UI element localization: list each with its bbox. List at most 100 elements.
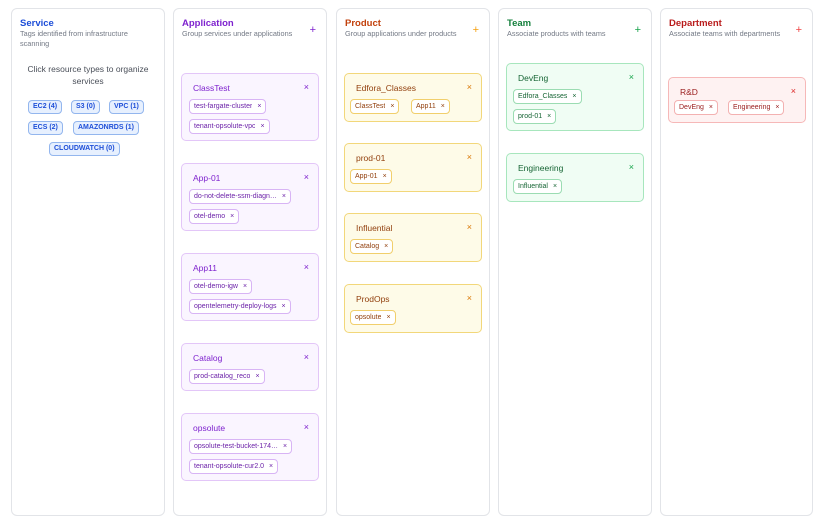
column-subtitle: Group applications under products <box>345 29 457 38</box>
group-name: Catalog <box>193 353 223 363</box>
close-icon[interactable]: × <box>283 440 287 453</box>
application-group: App11 × otel-demo-igw × opentelemetry-dep… <box>181 253 319 321</box>
add-product-icon[interactable]: + <box>473 25 479 36</box>
close-icon[interactable]: × <box>441 100 445 113</box>
close-icon[interactable]: × <box>282 190 286 203</box>
service-hint: Click resource types to organize service… <box>27 64 149 86</box>
chip-label: opsolute <box>355 314 382 321</box>
close-icon[interactable]: × <box>467 223 472 232</box>
application-group: opsolute × opsolute-test-bucket-174… × te… <box>181 413 319 481</box>
close-icon[interactable]: × <box>791 87 796 96</box>
application-group: ClassTest × test-fargate-cluster × tenant… <box>181 73 319 141</box>
close-icon[interactable]: × <box>572 90 576 103</box>
close-icon[interactable]: × <box>304 423 309 432</box>
add-application-icon[interactable]: + <box>310 25 316 36</box>
group-name: R&D <box>680 87 698 97</box>
team-column: Team Associate products with teams + Dev… <box>498 8 652 516</box>
close-icon[interactable]: × <box>282 300 286 313</box>
column-subtitle: Associate teams with departments <box>669 29 781 38</box>
close-icon[interactable]: × <box>304 173 309 182</box>
chip-label: App11 <box>416 103 436 110</box>
group-name: opsolute <box>193 423 226 433</box>
tag-chip: opsolute-test-bucket-174… × <box>189 439 293 454</box>
chip-label: Edfora_Classes <box>518 93 568 100</box>
group-name: Edfora_Classes <box>356 83 417 93</box>
column-title: Application <box>182 18 234 29</box>
resource-type-amazonrds[interactable]: AMAZONRDS (1) <box>73 121 139 135</box>
close-icon[interactable]: × <box>269 460 273 473</box>
group-name: ClassTest <box>193 83 230 93</box>
tag-chip: tenant-opsolute-cur2.0 × <box>189 459 279 474</box>
group-name: prod-01 <box>356 153 386 163</box>
close-icon[interactable]: × <box>386 311 390 324</box>
tag-chip: Engineering × <box>728 100 785 115</box>
close-icon[interactable]: × <box>467 83 472 92</box>
close-icon[interactable]: × <box>709 101 713 114</box>
close-icon[interactable]: × <box>243 280 247 293</box>
tag-chip: test-fargate-cluster × <box>189 99 267 114</box>
chip-label: ClassTest <box>355 103 386 110</box>
tag-chip: do-not-delete-ssm-diagn… × <box>189 189 291 204</box>
resource-type-ecs[interactable]: ECS (2) <box>28 121 63 135</box>
close-icon[interactable]: × <box>255 370 259 383</box>
chip-label: Catalog <box>355 243 380 250</box>
resource-type-ec2[interactable]: EC2 (4) <box>28 100 63 114</box>
tag-chip: otel-demo-igw × <box>189 279 253 294</box>
product-group: prod-01 × App-01 × <box>344 143 482 192</box>
product-group: Influential × Catalog × <box>344 213 482 262</box>
chip-label: DevEng <box>679 104 704 111</box>
close-icon[interactable]: × <box>304 263 309 272</box>
chip-label: otel-demo-igw <box>194 283 238 290</box>
chip-label: do-not-delete-ssm-diagn… <box>194 193 277 200</box>
tag-chip: Influential × <box>513 179 563 194</box>
close-icon[interactable]: × <box>629 163 634 172</box>
close-icon[interactable]: × <box>553 180 557 193</box>
column-subtitle: Tags identified from infrastructure scan… <box>20 29 128 48</box>
tag-chip: DevEng × <box>674 100 718 115</box>
tag-chip: Catalog × <box>350 239 394 254</box>
group-name: App-01 <box>193 173 221 183</box>
close-icon[interactable]: × <box>547 110 551 123</box>
close-icon[interactable]: × <box>304 83 309 92</box>
close-icon[interactable]: × <box>383 170 387 183</box>
tag-chip: ClassTest × <box>350 99 400 114</box>
close-icon[interactable]: × <box>390 100 394 113</box>
product-group: Edfora_Classes × ClassTest × App11 × <box>344 73 482 122</box>
close-icon[interactable]: × <box>467 153 472 162</box>
tag-chip: prod-catalog_reco × <box>189 369 265 384</box>
add-department-icon[interactable]: + <box>796 25 802 36</box>
tag-chip: tenant-opsolute-vpc × <box>189 119 270 134</box>
close-icon[interactable]: × <box>629 73 634 82</box>
close-icon[interactable]: × <box>467 294 472 303</box>
product-group: ProdOps × opsolute × <box>344 284 482 333</box>
service-column: Service Tags identified from infrastruct… <box>11 8 165 516</box>
chip-label: prod-01 <box>518 113 543 120</box>
group-name: ProdOps <box>356 294 390 304</box>
column-subtitle: Associate products with teams <box>507 29 606 38</box>
chip-label: Influential <box>518 183 548 190</box>
group-name: App11 <box>193 263 217 273</box>
column-title: Team <box>507 18 532 29</box>
column-title: Service <box>20 18 54 29</box>
chip-label: App-01 <box>355 173 378 180</box>
close-icon[interactable]: × <box>775 101 779 114</box>
close-icon[interactable]: × <box>260 120 264 133</box>
chip-label: tenant-opsolute-cur2.0 <box>194 463 265 470</box>
close-icon[interactable]: × <box>304 353 309 362</box>
department-column: Department Associate teams with departme… <box>660 8 813 516</box>
close-icon[interactable]: × <box>384 240 388 253</box>
tag-chip: App-01 × <box>350 169 392 184</box>
column-title: Product <box>345 18 381 29</box>
close-icon[interactable]: × <box>257 100 261 113</box>
close-icon[interactable]: × <box>230 210 234 223</box>
resource-type-vpc[interactable]: VPC (1) <box>109 100 144 114</box>
tag-chip: opsolute × <box>350 310 396 325</box>
add-team-icon[interactable]: + <box>635 25 641 36</box>
resource-type-cloudwatch[interactable]: CLOUDWATCH (0) <box>49 142 120 156</box>
column-subtitle: Group services under applications <box>182 29 293 38</box>
resource-type-s3[interactable]: S3 (0) <box>71 100 101 114</box>
chip-label: prod-catalog_reco <box>194 373 251 380</box>
tag-chip: Edfora_Classes × <box>513 89 582 104</box>
tag-chip: prod-01 × <box>513 109 557 124</box>
product-column: Product Group applications under product… <box>336 8 490 516</box>
